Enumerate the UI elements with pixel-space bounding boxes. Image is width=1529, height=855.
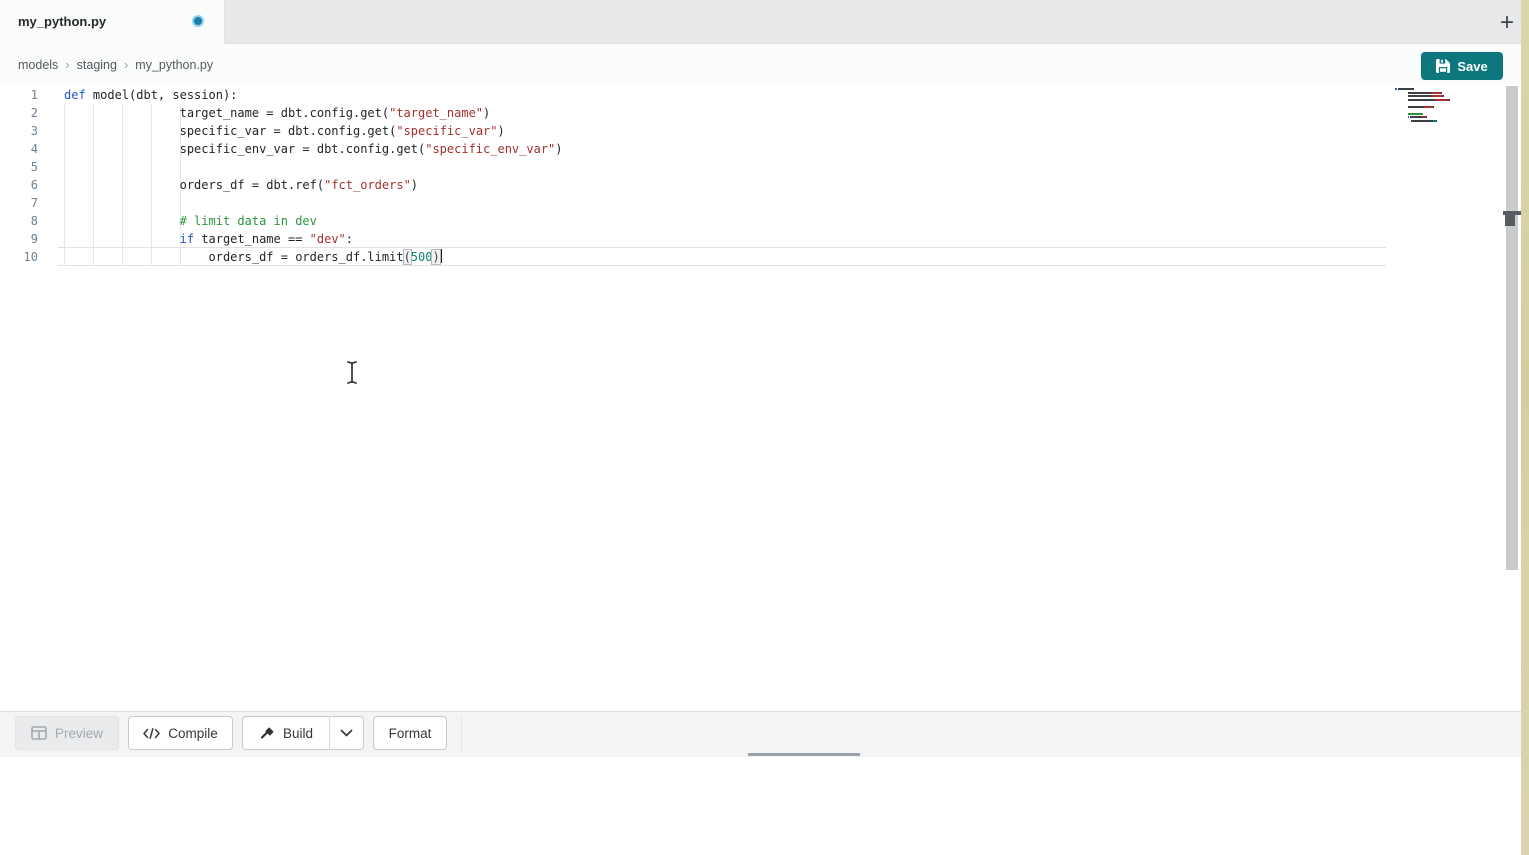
line-number: 9 <box>0 230 38 248</box>
save-button[interactable]: Save <box>1421 52 1503 80</box>
code-token-plain: model(dbt, session): <box>86 88 238 102</box>
code-token-string: "specific_env_var" <box>425 142 555 156</box>
code-token-plain: ) <box>483 106 490 120</box>
breadcrumb-separator: › <box>65 57 69 72</box>
breadcrumb-staging[interactable]: staging <box>77 58 117 72</box>
minimap-line <box>1395 88 1414 90</box>
line-number: 6 <box>0 176 38 194</box>
breadcrumb-bar: models › staging › my_python.py <box>0 45 1521 84</box>
code-line: 3 specific_var = dbt.config.get("specifi… <box>0 122 1521 140</box>
minimap-line <box>1395 99 1450 101</box>
code-token-string: "dev" <box>310 232 346 246</box>
code-line: 7 <box>0 194 1521 212</box>
scrollbar-cursor-marker <box>1505 215 1515 226</box>
code-token-plain: target_name = dbt.config.get( <box>64 106 389 120</box>
minimap-line <box>1395 106 1434 108</box>
code-token-plain: ) <box>555 142 562 156</box>
build-button[interactable]: Build <box>242 716 330 750</box>
active-tab-underline <box>748 753 860 756</box>
compile-button-label: Compile <box>168 726 218 741</box>
line-number: 2 <box>0 104 38 122</box>
bottom-toolbar: Preview Compile Build Format Results Com… <box>0 711 1521 757</box>
unsaved-changes-dot-icon <box>194 17 202 25</box>
breadcrumb-models[interactable]: models <box>18 58 58 72</box>
preview-button-label: Preview <box>55 726 103 741</box>
minimap-line <box>1395 113 1423 115</box>
minimap-line <box>1395 95 1444 97</box>
code-text: orders_df = orders_df.limit(500) <box>64 248 442 266</box>
minimap-line <box>1395 120 1437 122</box>
format-button-label: Format <box>389 726 432 741</box>
line-number: 7 <box>0 194 38 212</box>
code-text: specific_var = dbt.config.get("specific_… <box>64 122 505 140</box>
build-options-dropdown-button[interactable] <box>329 716 364 750</box>
code-token-plain: specific_var = dbt.config.get( <box>64 124 396 138</box>
code-token-plain: orders_df = dbt.ref( <box>64 178 324 192</box>
tab-bar: my_python.py + <box>0 0 1529 44</box>
code-token-string: "target_name" <box>389 106 483 120</box>
code-token-string: "fct_orders" <box>324 178 411 192</box>
code-line: 2 target_name = dbt.config.get("target_n… <box>0 104 1521 122</box>
vertical-scrollbar[interactable] <box>1506 86 1518 570</box>
new-tab-button[interactable]: + <box>1493 8 1521 36</box>
format-button[interactable]: Format <box>373 716 447 750</box>
code-token-keyword: if <box>180 232 194 246</box>
code-token-comment: # limit data in dev <box>64 214 317 228</box>
code-text: specific_env_var = dbt.config.get("speci… <box>64 140 563 158</box>
text-cursor-pointer-icon <box>345 360 359 385</box>
line-number: 3 <box>0 122 38 140</box>
line-number: 4 <box>0 140 38 158</box>
breadcrumb-separator: › <box>124 57 128 72</box>
minimap-line <box>1395 92 1442 94</box>
preview-button[interactable]: Preview <box>15 716 119 750</box>
line-number: 8 <box>0 212 38 230</box>
code-line: 10 orders_df = orders_df.limit(500) <box>0 248 1521 266</box>
editor-tab-my-python[interactable]: my_python.py <box>0 0 225 44</box>
results-panel <box>0 757 1521 855</box>
table-icon <box>31 726 47 740</box>
toolbar-divider <box>461 717 462 750</box>
code-token-number: 500 <box>411 250 433 264</box>
code-token-bracket: ) <box>432 250 439 264</box>
code-token-plain: : <box>346 232 353 246</box>
code-token-plain: orders_df = orders_df.limit <box>64 250 404 264</box>
tab-title: my_python.py <box>18 0 106 44</box>
breadcrumb: models › staging › my_python.py <box>18 45 213 85</box>
code-line: 9 if target_name == "dev": <box>0 230 1521 248</box>
code-line: 8 # limit data in dev <box>0 212 1521 230</box>
code-line: 1 def model(dbt, session): <box>0 86 1521 104</box>
code-token-plain <box>64 232 180 246</box>
code-text: # limit data in dev <box>64 212 317 230</box>
minimap-line <box>1395 116 1427 118</box>
line-number: 5 <box>0 158 38 176</box>
code-text: target_name = dbt.config.get("target_nam… <box>64 104 490 122</box>
hammer-icon <box>259 726 275 741</box>
code-line: 4 specific_env_var = dbt.config.get("spe… <box>0 140 1521 158</box>
code-line: 5 <box>0 158 1521 176</box>
line-number: 1 <box>0 86 38 104</box>
code-editor[interactable]: 1def model(dbt, session):2 target_name =… <box>0 84 1521 711</box>
window-edge-strip <box>1521 0 1529 855</box>
build-button-label: Build <box>283 726 313 741</box>
code-token-keyword: def <box>64 88 86 102</box>
compile-button[interactable]: Compile <box>128 716 233 750</box>
chevron-down-icon <box>340 729 353 737</box>
text-caret <box>440 249 442 263</box>
code-text: def model(dbt, session): <box>64 86 237 104</box>
code-token-plain: specific_env_var = dbt.config.get( <box>64 142 425 156</box>
code-token-string: "specific_var" <box>396 124 497 138</box>
code-token-bracket: ( <box>404 250 411 264</box>
code-line: 6 orders_df = dbt.ref("fct_orders") <box>0 176 1521 194</box>
code-token-plain: target_name == <box>194 232 310 246</box>
code-text: orders_df = dbt.ref("fct_orders") <box>64 176 418 194</box>
code-token-plain: ) <box>498 124 505 138</box>
line-number: 10 <box>0 248 38 266</box>
minimap[interactable] <box>1395 88 1461 128</box>
code-token-plain: ) <box>411 178 418 192</box>
code-brackets-icon <box>143 728 160 739</box>
save-floppy-icon <box>1436 59 1450 73</box>
save-button-label: Save <box>1457 59 1487 74</box>
breadcrumb-file[interactable]: my_python.py <box>135 58 213 72</box>
code-text: if target_name == "dev": <box>64 230 353 248</box>
